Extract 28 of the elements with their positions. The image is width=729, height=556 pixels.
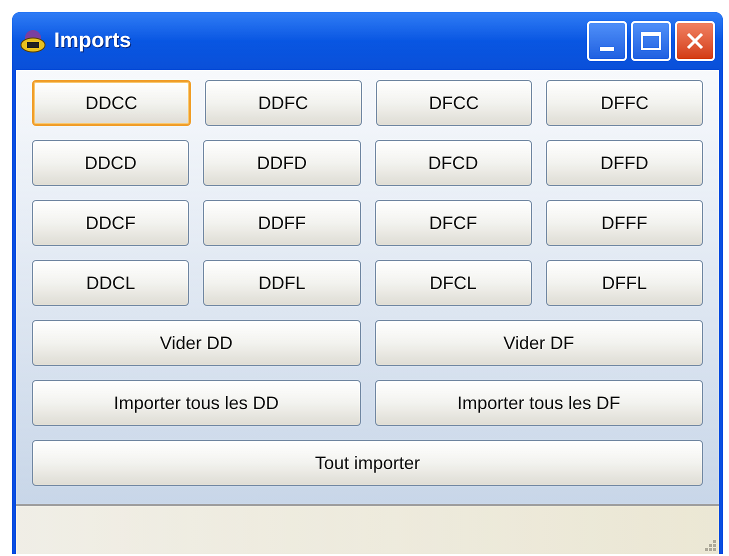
push-button[interactable]: DDCD xyxy=(32,140,190,186)
app-icon xyxy=(20,28,46,54)
close-button[interactable] xyxy=(675,21,715,61)
push-button[interactable]: DDCL xyxy=(32,260,190,306)
push-button[interactable]: Tout importer xyxy=(32,440,703,486)
push-button[interactable]: DFFL xyxy=(546,260,703,306)
push-button[interactable]: DFFC xyxy=(546,80,703,126)
push-button[interactable]: DFCC xyxy=(376,80,532,126)
close-icon xyxy=(685,31,705,51)
push-button[interactable]: DDCF xyxy=(32,200,190,246)
push-button[interactable]: Importer tous les DD xyxy=(32,380,360,426)
minimize-button[interactable] xyxy=(587,21,627,61)
push-button[interactable]: DFFF xyxy=(546,200,703,246)
push-button[interactable]: DDFF xyxy=(203,200,360,246)
push-button[interactable]: DDCC xyxy=(32,80,191,126)
push-button[interactable]: Importer tous les DF xyxy=(374,380,703,426)
resize-grip-icon[interactable] xyxy=(703,538,717,552)
push-button[interactable]: DDFL xyxy=(203,260,360,306)
push-button[interactable]: DFCF xyxy=(374,200,532,246)
maximize-button[interactable] xyxy=(631,21,671,61)
push-button[interactable]: Vider DD xyxy=(32,320,360,366)
push-button[interactable]: DFFD xyxy=(546,140,703,186)
push-button[interactable]: DDFD xyxy=(203,140,360,186)
push-button[interactable]: DFCD xyxy=(374,140,532,186)
push-button[interactable]: DFCL xyxy=(374,260,532,306)
window-title: Imports xyxy=(54,28,132,54)
push-button[interactable]: Vider DF xyxy=(374,320,703,366)
push-button[interactable]: DDFC xyxy=(204,80,362,126)
